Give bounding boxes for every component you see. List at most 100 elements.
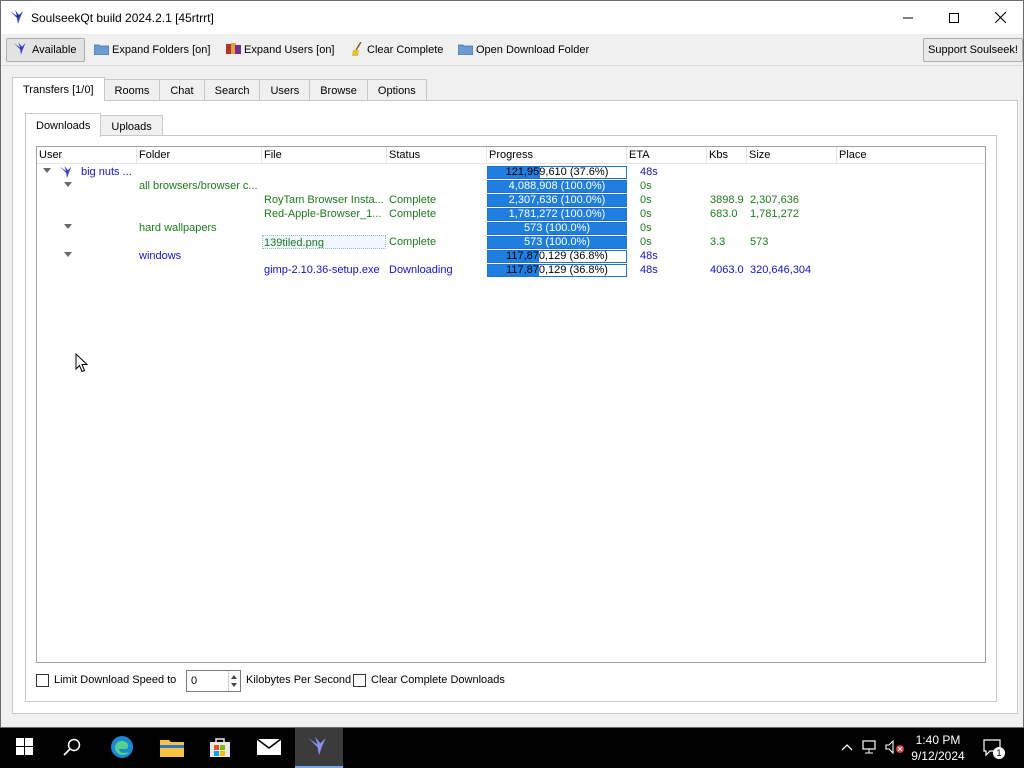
support-label: Support Soulseek! <box>928 44 1018 56</box>
progress-bar: 4,088,908 (100.0%) <box>487 180 627 193</box>
expand-folders-button[interactable]: Expand Folders [on] <box>93 38 211 62</box>
tab-transfers[interactable]: Transfers [1/0] <box>12 77 105 101</box>
expand-arrow-icon[interactable] <box>64 182 72 187</box>
column-header-user[interactable]: User <box>37 147 137 164</box>
row-size: 573 <box>750 236 769 248</box>
taskbar-store-button[interactable] <box>196 728 244 768</box>
close-button[interactable] <box>977 1 1023 34</box>
sub-tab-bar: Downloads Uploads <box>25 113 163 137</box>
row-eta: 0s <box>640 222 652 234</box>
column-header-status[interactable]: Status <box>387 147 487 164</box>
tab-search[interactable]: Search <box>203 79 261 101</box>
expand-arrow-icon[interactable] <box>43 168 51 173</box>
windows-start-icon <box>15 738 33 758</box>
tree-row-folder[interactable]: windows 117,870,129 (36.8%) 48s <box>37 249 985 263</box>
tree-row-folder[interactable]: all browsers/browser c... 4,088,908 (100… <box>37 179 985 193</box>
speed-limit-spinbox[interactable]: 0 <box>186 670 241 692</box>
title-bar[interactable]: SoulseekQt build 2024.2.1 [45rtrrt] <box>1 1 1023 34</box>
row-kbs: 683.0 <box>710 208 738 220</box>
network-tray-button[interactable] <box>860 728 882 768</box>
column-header-progress[interactable]: Progress <box>487 147 627 164</box>
tree-row-file[interactable]: RoyTam Browser Insta... Complete 2,307,6… <box>37 193 985 207</box>
taskbar-clock[interactable]: 1:40 PM 9/12/2024 <box>906 732 970 764</box>
broom-icon <box>351 41 364 59</box>
row-size: 2,307,636 <box>750 194 799 206</box>
tab-options[interactable]: Options <box>366 79 427 101</box>
progress-text: 117,870,129 (36.8%) <box>506 264 608 276</box>
search-icon <box>63 738 81 759</box>
window-title: SoulseekQt build 2024.2.1 [45rtrrt] <box>31 11 214 25</box>
tab-chat[interactable]: Chat <box>159 79 205 101</box>
progress-bar: 573 (100.0%) <box>487 236 627 249</box>
row-status: Complete <box>389 208 437 220</box>
spin-down-icon[interactable] <box>231 683 237 687</box>
taskbar-mail-button[interactable] <box>245 728 293 768</box>
taskbar-edge-button[interactable] <box>98 728 146 768</box>
column-header-size[interactable]: Size <box>747 147 837 164</box>
row-user: big nuts ... <box>81 166 132 178</box>
file-explorer-icon <box>160 737 184 760</box>
column-header-file[interactable]: File <box>262 147 387 164</box>
progress-bar: 573 (100.0%) <box>487 222 627 235</box>
store-icon <box>209 736 231 761</box>
edge-icon <box>110 735 134 762</box>
soulseek-bird-icon <box>9 9 27 25</box>
row-eta: 0s <box>640 194 652 206</box>
expand-arrow-icon[interactable] <box>64 224 72 229</box>
progress-bar: 121,959,610 (37.6%) <box>487 166 627 179</box>
progress-bar: 2,307,636 (100.0%) <box>487 194 627 207</box>
open-download-folder-button[interactable]: Open Download Folder <box>457 38 590 62</box>
clear-complete-downloads-label: Clear Complete Downloads <box>371 674 505 686</box>
tree-row-folder[interactable]: hard wallpapers 573 (100.0%) 0s <box>37 221 985 235</box>
tab-downloads[interactable]: Downloads <box>25 113 102 137</box>
units-label: Kilobytes Per Second <box>246 674 352 686</box>
spin-up-icon[interactable] <box>231 675 237 679</box>
row-eta: 48s <box>640 250 658 262</box>
progress-text: 1,781,272 (100.0%) <box>508 208 606 220</box>
progress-bar: 1,781,272 (100.0%) <box>487 208 627 221</box>
column-header-folder[interactable]: Folder <box>137 147 262 164</box>
expand-folders-label: Expand Folders [on] <box>112 44 211 56</box>
clear-complete-label: Clear Complete <box>367 44 444 56</box>
support-soulseek-button[interactable]: Support Soulseek! <box>923 38 1023 62</box>
row-file: gimp-2.10.36-setup.exe <box>264 264 380 276</box>
tree-row-file[interactable]: Red-Apple-Browser_1... Complete 1,781,27… <box>37 207 985 221</box>
progress-text: 4,088,908 (100.0%) <box>508 180 606 192</box>
progress-bar: 117,870,129 (36.8%) <box>487 250 627 263</box>
downloads-tree[interactable]: User Folder File Status Progress ETA Kbs… <box>36 146 986 663</box>
folder-icon <box>457 43 474 58</box>
tab-users[interactable]: Users <box>259 79 311 101</box>
expand-users-button[interactable]: Expand Users [on] <box>226 38 335 62</box>
status-available-button[interactable]: Available <box>6 38 86 62</box>
tab-uploads[interactable]: Uploads <box>100 115 163 137</box>
taskbar-search-button[interactable] <box>48 728 96 768</box>
clear-complete-downloads-checkbox[interactable] <box>353 674 366 687</box>
maximize-button[interactable] <box>931 1 977 34</box>
taskbar-soulseek-button[interactable] <box>295 728 343 768</box>
volume-tray-button[interactable] <box>884 728 906 768</box>
expand-arrow-icon[interactable] <box>64 252 72 257</box>
open-download-folder-label: Open Download Folder <box>476 44 590 56</box>
progress-text: 117,870,129 (36.8%) <box>506 250 608 262</box>
action-center-button[interactable]: 1 <box>980 728 1006 768</box>
row-status: Complete <box>389 236 437 248</box>
column-header-place[interactable]: Place <box>837 147 985 164</box>
start-button[interactable] <box>0 728 48 768</box>
main-tab-bar: Transfers [1/0] Rooms Chat Search Users … <box>12 77 427 101</box>
taskbar-file-explorer-button[interactable] <box>148 728 196 768</box>
row-status: Downloading <box>389 264 453 276</box>
tree-row-file[interactable]: gimp-2.10.36-setup.exe Downloading 117,8… <box>37 263 985 277</box>
clear-complete-button[interactable]: Clear Complete <box>351 38 443 62</box>
tab-browse[interactable]: Browse <box>309 79 368 101</box>
tree-row-file[interactable]: 139tiled.png Complete 573 (100.0%) 0s 3.… <box>37 235 985 249</box>
tree-row-user[interactable]: big nuts ... 121,959,610 (37.6%) 48s <box>37 165 985 179</box>
row-folder: hard wallpapers <box>139 222 217 234</box>
minimize-button[interactable] <box>885 1 931 34</box>
tab-rooms[interactable]: Rooms <box>103 79 161 101</box>
show-hidden-icons-button[interactable] <box>838 728 856 768</box>
limit-speed-checkbox[interactable] <box>36 674 49 687</box>
column-header-kbs[interactable]: Kbs <box>707 147 747 164</box>
column-header-eta[interactable]: ETA <box>627 147 707 164</box>
notification-icon: 1 <box>983 739 1005 759</box>
row-eta: 0s <box>640 236 652 248</box>
